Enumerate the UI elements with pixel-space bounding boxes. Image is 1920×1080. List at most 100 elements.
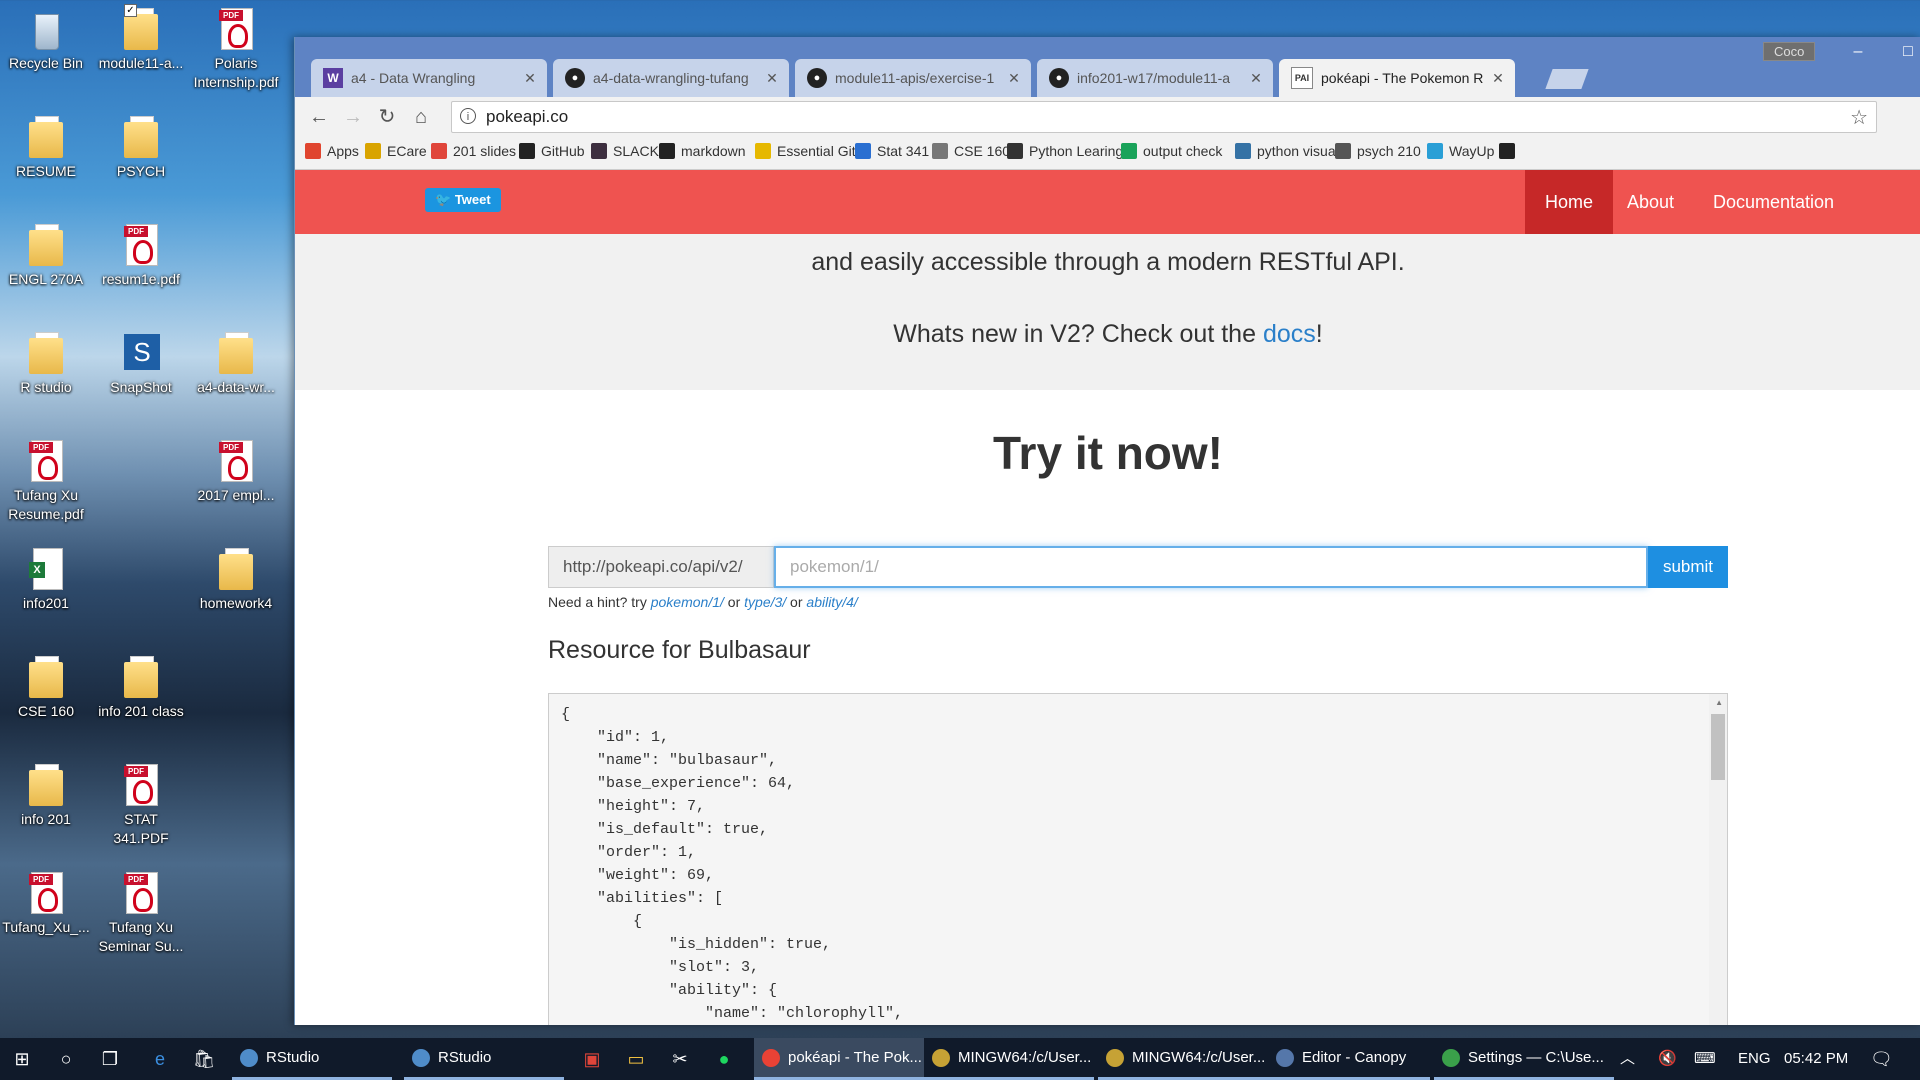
desktop-icon[interactable]: PDF Polaris Internship.pdf	[190, 8, 282, 92]
address-bar[interactable]: i pokeapi.co ☆	[451, 101, 1877, 133]
cortana-search-icon[interactable]: ○	[44, 1038, 88, 1080]
taskbar-app-button[interactable]: MINGW64:/c/User...	[1098, 1038, 1268, 1080]
desktop-icon[interactable]: Xinfo201	[0, 548, 92, 613]
desktop-icon[interactable]: info 201 class	[95, 656, 187, 721]
bookmark-item[interactable]: markdown	[659, 143, 746, 159]
desktop-icon[interactable]: PDF Tufang Xu Resume.pdf	[0, 440, 92, 524]
task-view-icon[interactable]: ❐	[88, 1038, 132, 1080]
scrollbar[interactable]: ▲	[1709, 694, 1727, 1025]
taskbar-app-button[interactable]: Editor - Canopy	[1268, 1038, 1430, 1080]
taskbar-app-button[interactable]: RStudio	[404, 1038, 564, 1080]
tab-github-info201[interactable]: ● info201-w17/module11-a ✕	[1037, 59, 1273, 97]
tab-data-wrangling[interactable]: W a4 - Data Wrangling ✕	[311, 59, 547, 97]
tweet-button[interactable]: 🐦 Tweet	[425, 188, 501, 212]
desktop-icon[interactable]: PSYCH	[95, 116, 187, 181]
maximize-button[interactable]: □	[1885, 41, 1920, 63]
bookmark-label: Essential Git	[777, 143, 856, 159]
language-indicator[interactable]: ENG	[1738, 1038, 1771, 1080]
nav-home[interactable]: Home	[1525, 170, 1614, 234]
desktop-icon[interactable]: PDF 2017 empl...	[190, 440, 282, 505]
tab-github-a4[interactable]: ● a4-data-wrangling-tufang ✕	[553, 59, 789, 97]
desktop-icon[interactable]: RESUME	[0, 116, 92, 181]
scroll-thumb[interactable]	[1711, 714, 1725, 780]
store-icon[interactable]: 🛍	[182, 1038, 226, 1080]
taskbar-app-button[interactable]: Settings — C:\Use...	[1434, 1038, 1614, 1080]
api-path-input[interactable]	[774, 546, 1648, 588]
hint-link-ability[interactable]: ability/4/	[806, 594, 857, 610]
bookmark-item[interactable]: Python Learing	[1007, 143, 1123, 159]
star-icon[interactable]: ☆	[1850, 105, 1868, 130]
edge-browser-icon[interactable]: e	[138, 1038, 182, 1080]
reload-icon[interactable]: ↻	[375, 105, 399, 129]
back-arrow-icon[interactable]: ←	[307, 105, 331, 129]
file-explorer-icon[interactable]: ▭	[614, 1038, 658, 1080]
bookmark-item[interactable]: SLACK	[591, 143, 659, 159]
taskbar-app-button[interactable]: RStudio	[232, 1038, 392, 1080]
bookmark-item[interactable]: GitHub	[519, 143, 585, 159]
minimize-button[interactable]: –	[1835, 41, 1881, 63]
taskbar-app-button[interactable]: MINGW64:/c/User...	[924, 1038, 1094, 1080]
forward-arrow-icon[interactable]: →	[341, 105, 365, 129]
desktop-icon[interactable]: PDF Tufang_Xu_...	[0, 872, 92, 937]
whats-new-suffix: !	[1315, 320, 1323, 348]
bookmark-item[interactable]: ECare	[365, 143, 427, 159]
info-icon[interactable]: i	[460, 108, 476, 124]
desktop-icon-label: Tufang_Xu_...	[2, 919, 90, 935]
desktop-icon[interactable]: PDF resum1e.pdf	[95, 224, 187, 289]
desktop-icon[interactable]: PDF STAT 341.PDF	[95, 764, 187, 848]
github-favicon-icon: ●	[1049, 68, 1069, 88]
spotify-icon[interactable]: ●	[702, 1038, 746, 1080]
desktop-icon[interactable]: CSE 160	[0, 656, 92, 721]
bookmark-item[interactable]: WayUp	[1427, 143, 1494, 159]
close-icon[interactable]: ✕	[523, 70, 537, 87]
bookmark-item[interactable]: 201 slides	[431, 143, 516, 159]
desktop-icon[interactable]: a4-data-wr...	[190, 332, 282, 397]
scroll-up-arrow-icon[interactable]: ▲	[1715, 698, 1723, 707]
bookmarks-bar: Apps ECare 201 slides GitHub SLACK markdown Es…	[295, 137, 1920, 170]
bookmark-item[interactable]: Apps	[305, 143, 359, 159]
new-tab-button[interactable]	[1545, 69, 1589, 89]
desktop-icon[interactable]: S SnapShot	[95, 332, 187, 397]
selection-checkbox-icon[interactable]: ✓	[124, 4, 137, 17]
desktop-icon[interactable]: info 201	[0, 764, 92, 829]
close-icon[interactable]: ✕	[1491, 70, 1505, 87]
profile-badge[interactable]: Coco	[1763, 42, 1816, 61]
volume-muted-icon[interactable]: 🔇	[1658, 1038, 1677, 1080]
desktop-icon[interactable]: Recycle Bin	[0, 8, 92, 73]
chevron-up-icon[interactable]: ︿	[1620, 1038, 1635, 1080]
clock[interactable]: 05:42 PM	[1784, 1038, 1848, 1080]
bookmark-item[interactable]: Essential Git	[755, 143, 856, 159]
nav-documentation[interactable]: Documentation	[1693, 170, 1854, 234]
json-output[interactable]: ▲ { "id": 1, "name": "bulbasaur", "base_…	[548, 693, 1728, 1025]
bookmark-item[interactable]: CSE 160	[932, 143, 1010, 159]
bookmark-item[interactable]: Stat 341	[855, 143, 929, 159]
windows-start-icon[interactable]: ⊞	[0, 1038, 44, 1080]
hint-link-pokemon[interactable]: pokemon/1/	[651, 594, 724, 610]
close-icon[interactable]: ✕	[765, 70, 779, 87]
bookmark-item[interactable]: output check	[1121, 143, 1222, 159]
keyboard-icon[interactable]: ⌨	[1694, 1038, 1716, 1080]
submit-button[interactable]: submit	[1648, 546, 1728, 588]
desktop-icon[interactable]: PDF Tufang Xu Seminar Su...	[95, 872, 187, 956]
hint-link-type[interactable]: type/3/	[744, 594, 786, 610]
docs-link[interactable]: docs	[1263, 320, 1316, 348]
tab-pokeapi[interactable]: PAI pokéapi - The Pokemon R ✕	[1279, 59, 1515, 97]
desktop-icon[interactable]: ✓ module11-a...	[95, 4, 187, 73]
acrobat-icon[interactable]: ▣	[570, 1038, 614, 1080]
close-icon[interactable]: ✕	[1249, 70, 1263, 87]
bookmark-item[interactable]: python visual	[1235, 143, 1339, 159]
desktop-icon[interactable]: homework4	[190, 548, 282, 613]
tab-github-module11[interactable]: ● module11-apis/exercise-1 ✕	[795, 59, 1031, 97]
taskbar-app-button[interactable]: pokéapi - The Pok...	[754, 1038, 924, 1080]
bookmark-item[interactable]	[1499, 143, 1521, 159]
nav-about[interactable]: About	[1607, 170, 1694, 234]
bookmark-item[interactable]: psych 210	[1335, 143, 1421, 159]
close-icon[interactable]: ✕	[1007, 70, 1021, 87]
desktop-icon[interactable]: R studio	[0, 332, 92, 397]
home-icon[interactable]: ⌂	[409, 105, 433, 129]
desktop-icon[interactable]: ENGL 270A	[0, 224, 92, 289]
snipping-tool-icon[interactable]: ✂	[658, 1038, 702, 1080]
desktop-icon-label: STAT 341.PDF	[113, 811, 169, 846]
notifications-icon[interactable]: 🗨	[1870, 1038, 1893, 1080]
bookmark-icon	[1235, 143, 1251, 159]
